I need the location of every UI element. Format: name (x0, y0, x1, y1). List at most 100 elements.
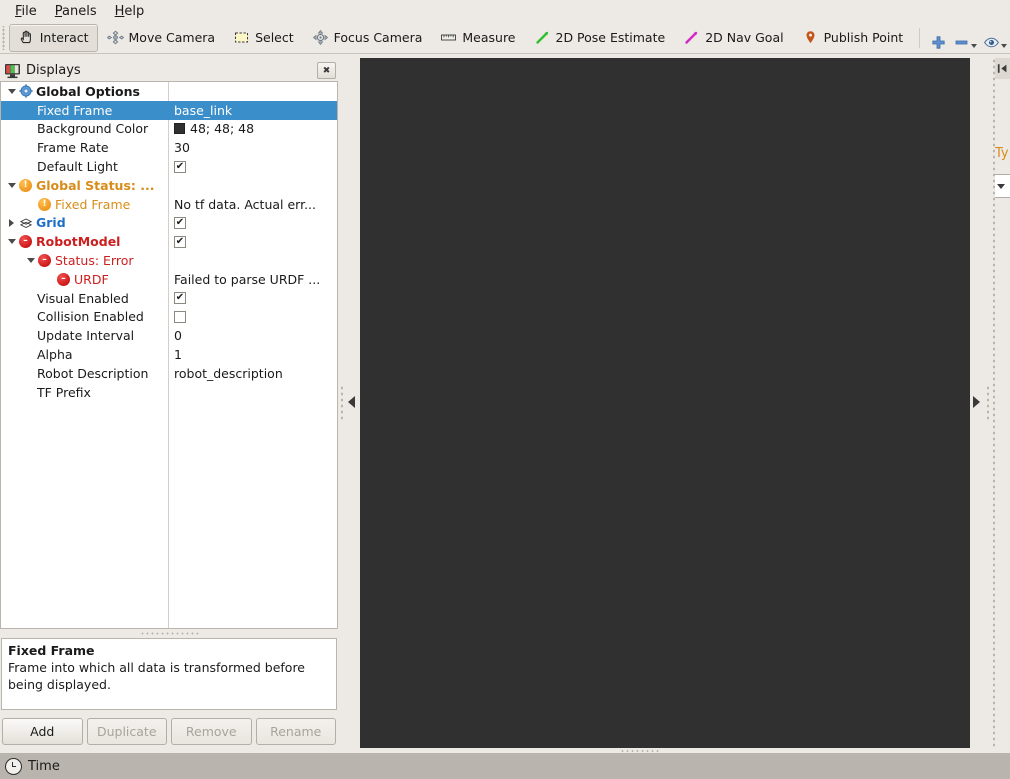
twisty-expanded-icon[interactable] (5, 235, 18, 248)
tree-row-name-cell: Default Light (1, 159, 168, 174)
tool-move-camera[interactable]: Move Camera (98, 24, 225, 52)
duplicate-button[interactable]: Duplicate (86, 718, 167, 745)
remove-tool-button[interactable] (950, 25, 980, 51)
tree-row-value-cell[interactable]: base_link (168, 103, 337, 118)
chevron-down-icon[interactable] (1000, 43, 1007, 48)
panel-resize-grip[interactable] (140, 631, 200, 636)
tree-row-value-cell[interactable]: ✔ (168, 292, 337, 305)
tree-row-value-cell[interactable]: 1 (168, 347, 337, 362)
tree-row-collision-enabled[interactable]: Collision Enabled (1, 308, 337, 327)
menu-panels[interactable]: Panels (46, 2, 106, 21)
tree-row-update-interval[interactable]: Update Interval 0 (1, 326, 337, 345)
visibility-button[interactable] (980, 25, 1010, 51)
checkbox[interactable]: ✔ (174, 292, 186, 305)
tool-measure[interactable]: Measure (431, 24, 524, 52)
tree-row-name-cell: TF Prefix (1, 385, 168, 400)
tree-row-label: Status: Error (55, 253, 134, 269)
tree-row-value-cell[interactable]: 48; 48; 48 (168, 121, 337, 136)
tree-row-name-cell: Grid (1, 215, 168, 230)
warning-icon: ! (37, 197, 52, 212)
tree-row-label: RobotModel (36, 234, 121, 250)
tool-publish-point-label: Publish Point (823, 30, 904, 45)
tree-row-default-light[interactable]: Default Light ✔ (1, 157, 337, 176)
tree-row-name-cell: Frame Rate (1, 140, 168, 155)
type-combobox[interactable] (995, 174, 1010, 198)
tree-row-value-cell[interactable]: ✔ (168, 235, 337, 248)
tree-row-global-options[interactable]: Global Options (1, 82, 337, 101)
toolbar-separator (919, 27, 920, 48)
menu-help[interactable]: Help (106, 2, 154, 21)
close-icon[interactable]: ✖ (317, 62, 336, 79)
twisty-collapsed-icon[interactable] (5, 216, 18, 229)
tree-row-visual-enabled[interactable]: Visual Enabled ✔ (1, 289, 337, 308)
tree-row-fixed-frame[interactable]: ! Fixed Frame No tf data. Actual err... (1, 195, 337, 214)
tree-row-robot-description[interactable]: Robot Description robot_description (1, 364, 337, 383)
tree-row-value-cell[interactable]: 0 (168, 328, 337, 343)
collapse-panel-icon[interactable] (995, 58, 1010, 79)
remove-button[interactable]: Remove (171, 718, 252, 745)
tree-row-robotmodel[interactable]: – RobotModel ✔ (1, 232, 337, 251)
tool-nav-goal[interactable]: 2D Nav Goal (674, 24, 792, 52)
tool-pose-estimate-label: 2D Pose Estimate (555, 30, 666, 45)
left-splitter-dots[interactable] (340, 385, 344, 421)
twisty-expanded-icon[interactable] (5, 179, 18, 192)
tool-interact-label: Interact (39, 30, 89, 45)
tree-row-background-color[interactable]: Background Color 48; 48; 48 (1, 120, 337, 139)
tree-row-global-status[interactable]: ! Global Status: ... (1, 176, 337, 195)
tool-pose-estimate[interactable]: 2D Pose Estimate (525, 24, 675, 52)
triangle-right-icon[interactable] (973, 396, 980, 408)
menu-file[interactable]: File (6, 2, 46, 21)
displays-tree[interactable]: Global Options Fixed Frame base_link Backgr… (0, 81, 338, 629)
time-statusbar: Time (0, 753, 1010, 779)
tree-row-value-cell[interactable]: Failed to parse URDF ... (168, 272, 337, 287)
tree-row-fixed-frame[interactable]: Fixed Frame base_link (1, 100, 337, 120)
plus-icon (930, 34, 947, 51)
triangle-left-icon[interactable] (348, 396, 355, 408)
tree-row-value-cell[interactable]: 30 (168, 140, 337, 155)
twisty-expanded-icon[interactable] (5, 85, 18, 98)
measure-icon (440, 29, 457, 46)
right-splitter-dots[interactable] (986, 385, 990, 421)
color-swatch[interactable] (174, 123, 185, 135)
checkbox[interactable] (174, 310, 186, 323)
tree-row-label: Collision Enabled (37, 309, 144, 325)
tree-row-tf-prefix[interactable]: TF Prefix (1, 383, 337, 402)
3d-render-view[interactable] (360, 58, 970, 748)
tree-row-value-cell[interactable]: robot_description (168, 366, 337, 381)
tree-row-value: 0 (174, 328, 182, 344)
tree-row-name-cell: ! Fixed Frame (1, 197, 168, 212)
gear-icon (18, 84, 33, 99)
add-button[interactable]: Add (2, 718, 83, 745)
tree-row-name-cell: Background Color (1, 121, 168, 136)
chevron-down-icon[interactable] (970, 43, 977, 48)
checkbox[interactable]: ✔ (174, 216, 186, 229)
tool-interact[interactable]: Interact (8, 23, 98, 52)
error-icon: – (37, 253, 52, 268)
checkbox[interactable]: ✔ (174, 235, 186, 248)
warning-icon: ! (18, 178, 33, 193)
tree-row-name-cell: Visual Enabled (1, 291, 168, 306)
tree-row-value-cell[interactable]: ✔ (168, 160, 337, 173)
toolbar-drag-handle[interactable] (1, 25, 7, 50)
tree-row-grid[interactable]: Grid ✔ (1, 214, 337, 233)
rename-button[interactable]: Rename (255, 718, 336, 745)
tree-row-status-error[interactable]: – Status: Error (1, 251, 337, 270)
tool-focus-camera[interactable]: Focus Camera (303, 24, 432, 52)
error-icon: – (18, 234, 33, 249)
tree-row-value-cell[interactable]: No tf data. Actual err... (168, 197, 337, 212)
clock-icon (5, 757, 22, 775)
twisty-expanded-icon[interactable] (24, 254, 37, 267)
tree-row-value-cell[interactable] (168, 310, 337, 323)
tree-row-alpha[interactable]: Alpha 1 (1, 345, 337, 364)
menu-panels-label-rest: anels (62, 3, 97, 19)
tree-row-urdf[interactable]: – URDF Failed to parse URDF ... (1, 270, 337, 289)
checkbox[interactable]: ✔ (174, 160, 186, 173)
tree-row-value-cell[interactable]: ✔ (168, 216, 337, 229)
tree-row-frame-rate[interactable]: Frame Rate 30 (1, 138, 337, 157)
add-tool-button[interactable] (927, 25, 950, 51)
tool-select[interactable]: Select (224, 24, 303, 52)
tool-publish-point[interactable]: Publish Point (793, 24, 913, 52)
